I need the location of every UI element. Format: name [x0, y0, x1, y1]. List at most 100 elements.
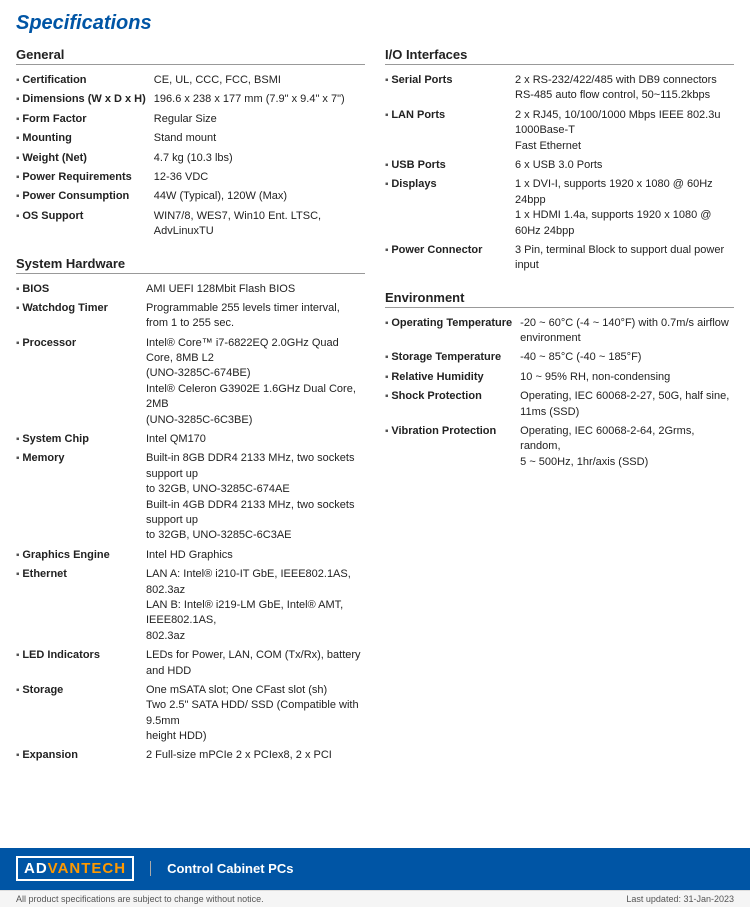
section-general-title: General — [16, 47, 365, 65]
table-row: Expansion2 Full-size mPCIe 2 x PCIex8, 2… — [16, 746, 365, 765]
table-row: Operating Temperature-20 ~ 60°C (-4 ~ 14… — [385, 314, 734, 349]
spec-value: Regular Size — [154, 110, 365, 129]
table-row: Watchdog TimerProgrammable 255 levels ti… — [16, 299, 365, 334]
table-row: Graphics EngineIntel HD Graphics — [16, 546, 365, 565]
section-hardware-title: System Hardware — [16, 256, 365, 274]
spec-value: 2 x RS-232/422/485 with DB9 connectorsRS… — [515, 71, 734, 106]
spec-label: USB Ports — [385, 156, 515, 175]
table-row: MountingStand mount — [16, 129, 365, 148]
spec-label: Form Factor — [16, 110, 154, 129]
spec-label: BIOS — [16, 280, 146, 299]
spec-label: Watchdog Timer — [16, 299, 146, 334]
spec-value: 3 Pin, terminal Block to support dual po… — [515, 241, 734, 276]
spec-label: Displays — [385, 175, 515, 241]
hardware-table: BIOSAMI UEFI 128Mbit Flash BIOSWatchdog … — [16, 280, 365, 766]
spec-value: 44W (Typical), 120W (Max) — [154, 187, 365, 206]
spec-value: 196.6 x 238 x 177 mm (7.9" x 9.4" x 7") — [154, 90, 365, 109]
table-row: LED IndicatorsLEDs for Power, LAN, COM (… — [16, 646, 365, 681]
spec-value: One mSATA slot; One CFast slot (sh)Two 2… — [146, 681, 365, 747]
io-table: Serial Ports2 x RS-232/422/485 with DB9 … — [385, 71, 734, 276]
table-row: LAN Ports2 x RJ45, 10/100/1000 Mbps IEEE… — [385, 106, 734, 156]
spec-value: Operating, IEC 60068-2-64, 2Grms, random… — [520, 422, 734, 472]
spec-value: 12-36 VDC — [154, 168, 365, 187]
spec-value: Stand mount — [154, 129, 365, 148]
section-env-title: Environment — [385, 290, 734, 308]
table-row: OS SupportWIN7/8, WES7, Win10 Ent. LTSC,… — [16, 207, 365, 242]
spec-label: LAN Ports — [385, 106, 515, 156]
spec-value: LAN A: Intel® i210-IT GbE, IEEE802.1AS, … — [146, 565, 365, 646]
page-title: Specifications — [16, 12, 734, 35]
table-row: Power Consumption44W (Typical), 120W (Ma… — [16, 187, 365, 206]
spec-label: Ethernet — [16, 565, 146, 646]
spec-value: Operating, IEC 60068-2-27, 50G, half sin… — [520, 387, 734, 422]
spec-label: Operating Temperature — [385, 314, 520, 349]
spec-label: Weight (Net) — [16, 149, 154, 168]
spec-value: Intel HD Graphics — [146, 546, 365, 565]
table-row: MemoryBuilt-in 8GB DDR4 2133 MHz, two so… — [16, 449, 365, 545]
table-row: USB Ports6 x USB 3.0 Ports — [385, 156, 734, 175]
table-row: Power Connector3 Pin, terminal Block to … — [385, 241, 734, 276]
spec-label: OS Support — [16, 207, 154, 242]
spec-label: Relative Humidity — [385, 368, 520, 387]
spec-label: Storage — [16, 681, 146, 747]
table-row: Shock ProtectionOperating, IEC 60068-2-2… — [385, 387, 734, 422]
table-row: CertificationCE, UL, CCC, FCC, BSMI — [16, 71, 365, 90]
spec-value: CE, UL, CCC, FCC, BSMI — [154, 71, 365, 90]
env-table: Operating Temperature-20 ~ 60°C (-4 ~ 14… — [385, 314, 734, 473]
table-row: Serial Ports2 x RS-232/422/485 with DB9 … — [385, 71, 734, 106]
table-row: Vibration ProtectionOperating, IEC 60068… — [385, 422, 734, 472]
left-column: General CertificationCE, UL, CCC, FCC, B… — [16, 47, 365, 780]
footer-disclaimer: All product specifications are subject t… — [16, 894, 264, 904]
spec-label: Memory — [16, 449, 146, 545]
spec-label: Storage Temperature — [385, 348, 520, 367]
spec-value: 2 x RJ45, 10/100/1000 Mbps IEEE 802.3u 1… — [515, 106, 734, 156]
spec-value: Intel® Core™ i7-6822EQ 2.0GHz Quad Core,… — [146, 334, 365, 430]
table-row: Storage Temperature-40 ~ 85°C (-40 ~ 185… — [385, 348, 734, 367]
spec-value: LEDs for Power, LAN, COM (Tx/Rx), batter… — [146, 646, 365, 681]
footer-last-updated: Last updated: 31-Jan-2023 — [626, 894, 734, 904]
spec-value: 2 Full-size mPCIe 2 x PCIex8, 2 x PCI — [146, 746, 365, 765]
spec-value: 4.7 kg (10.3 lbs) — [154, 149, 365, 168]
spec-value: WIN7/8, WES7, Win10 Ent. LTSC, AdvLinuxT… — [154, 207, 365, 242]
spec-label: Serial Ports — [385, 71, 515, 106]
table-row: Weight (Net)4.7 kg (10.3 lbs) — [16, 149, 365, 168]
general-table: CertificationCE, UL, CCC, FCC, BSMIDimen… — [16, 71, 365, 242]
logo-advan: AD — [24, 860, 48, 877]
footer-bar: ADVANTECH Control Cabinet PCs — [0, 848, 750, 890]
spec-label: Power Requirements — [16, 168, 154, 187]
table-row: ProcessorIntel® Core™ i7-6822EQ 2.0GHz Q… — [16, 334, 365, 430]
spec-label: Mounting — [16, 129, 154, 148]
spec-label: Dimensions (W x D x H) — [16, 90, 154, 109]
table-row: StorageOne mSATA slot; One CFast slot (s… — [16, 681, 365, 747]
spec-value: AMI UEFI 128Mbit Flash BIOS — [146, 280, 365, 299]
spec-label: LED Indicators — [16, 646, 146, 681]
spec-label: Vibration Protection — [385, 422, 520, 472]
footer-logo: ADVANTECH — [16, 856, 134, 881]
spec-label: System Chip — [16, 430, 146, 449]
spec-label: Expansion — [16, 746, 146, 765]
table-row: EthernetLAN A: Intel® i210-IT GbE, IEEE8… — [16, 565, 365, 646]
spec-label: Power Consumption — [16, 187, 154, 206]
spec-value: Intel QM170 — [146, 430, 365, 449]
spec-label: Shock Protection — [385, 387, 520, 422]
table-row: Form FactorRegular Size — [16, 110, 365, 129]
spec-value: 10 ~ 95% RH, non-condensing — [520, 368, 734, 387]
table-row: Relative Humidity10 ~ 95% RH, non-conden… — [385, 368, 734, 387]
spec-label: Processor — [16, 334, 146, 430]
spec-label: Power Connector — [385, 241, 515, 276]
table-row: Displays1 x DVI-I, supports 1920 x 1080 … — [385, 175, 734, 241]
spec-value: -20 ~ 60°C (-4 ~ 140°F) with 0.7m/s airf… — [520, 314, 734, 349]
spec-value: -40 ~ 85°C (-40 ~ 185°F) — [520, 348, 734, 367]
footer-product: Control Cabinet PCs — [150, 861, 293, 876]
spec-label: Graphics Engine — [16, 546, 146, 565]
section-io-title: I/O Interfaces — [385, 47, 734, 65]
right-column: I/O Interfaces Serial Ports2 x RS-232/42… — [385, 47, 734, 780]
spec-value: Programmable 255 levels timer interval,f… — [146, 299, 365, 334]
spec-label: Certification — [16, 71, 154, 90]
logo-tech: VANTECH — [48, 860, 126, 877]
table-row: BIOSAMI UEFI 128Mbit Flash BIOS — [16, 280, 365, 299]
table-row: Power Requirements12-36 VDC — [16, 168, 365, 187]
table-row: Dimensions (W x D x H)196.6 x 238 x 177 … — [16, 90, 365, 109]
spec-value: 1 x DVI-I, supports 1920 x 1080 @ 60Hz 2… — [515, 175, 734, 241]
spec-value: 6 x USB 3.0 Ports — [515, 156, 734, 175]
